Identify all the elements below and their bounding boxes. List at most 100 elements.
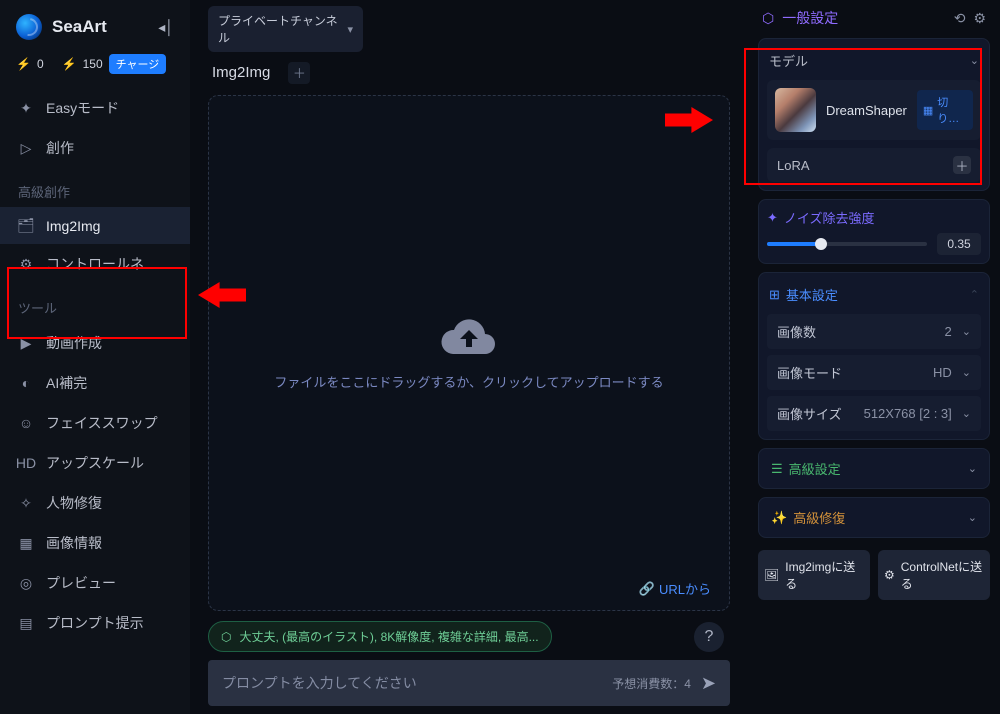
collapse-sidebar-icon[interactable]: ◂│ (158, 19, 174, 36)
cost-estimate: 予想消費数：4 (612, 675, 691, 692)
nav-easy-mode[interactable]: ✦ Easyモード (0, 88, 190, 128)
add-lora-button[interactable]: ＋ (953, 156, 971, 174)
gear-icon[interactable]: ⚙ (973, 10, 986, 27)
refresh-icon[interactable]: ⟲ (954, 10, 966, 27)
top-strip: プライベートチャンネル ▾ (198, 0, 740, 52)
image-icon: 🖼 (764, 568, 779, 582)
chevron-down-icon: ⌄ (962, 366, 971, 379)
nav-faceswap[interactable]: ☺フェイススワップ (0, 403, 190, 443)
bottom-area: ⬡ 大丈夫, (最高のイラスト), 8K解像度, 複雑な詳細, 最高... ? … (198, 621, 740, 714)
add-tab-button[interactable]: ＋ (288, 62, 310, 84)
private-channel-label: プライベートチャンネル (218, 12, 347, 46)
credits-purple-value: 0 (37, 57, 44, 71)
basic-settings-card: ⊞ 基本設定 ⌃ 画像数 2⌄ 画像モード HD ⌄ 画像サイズ 512X768 … (758, 272, 990, 440)
image-mode-value: HD (933, 365, 952, 380)
suggestion-row: ⬡ 大丈夫, (最高のイラスト), 8K解像度, 複雑な詳細, 最高... ? (208, 621, 730, 652)
nav-imginfo-label: 画像情報 (46, 533, 102, 553)
basic-label: 基本設定 (786, 285, 838, 304)
grid-icon: ⊞ (769, 287, 780, 303)
nav-easy-label: Easyモード (46, 98, 119, 118)
denoise-value: 0.35 (937, 233, 981, 255)
tune-icon: ☰ (771, 461, 783, 477)
denoise-header: ✦ ノイズ除去強度 (767, 208, 981, 227)
bolt-yellow-icon: ⚡ (62, 57, 77, 71)
private-channel-dropdown[interactable]: プライベートチャンネル ▾ (208, 6, 363, 52)
tab-img2img[interactable]: Img2Img (208, 60, 274, 85)
send-controlnet-button[interactable]: ⚙ ControlNetに送る (878, 550, 990, 600)
cube-outline-icon: ⬡ (762, 10, 774, 27)
denoise-label: ノイズ除去強度 (784, 208, 875, 227)
model-selector[interactable]: DreamShaper ▦ 切り… (767, 80, 981, 140)
sidebar: SeaArt ◂│ ⚡ 0 ⚡ 150 チャージ ✦ Easyモード ▷ 創作 … (0, 0, 190, 714)
upload-canvas[interactable]: ファイルをここにドラッグするか、クリックしてアップロードする 🔗 URLから (208, 95, 730, 611)
image-mode-row[interactable]: 画像モード HD ⌄ (767, 355, 981, 390)
advanced-label: 高級設定 (789, 459, 841, 478)
charge-button[interactable]: チャージ (109, 54, 167, 74)
prompt-placeholder: プロンプトを入力してください (222, 673, 417, 693)
play-icon: ▷ (18, 140, 34, 157)
brand-logo-icon (16, 14, 42, 40)
chevron-down-icon: ▾ (347, 23, 353, 36)
chevron-down-icon: ⌄ (962, 325, 971, 338)
brand-row: SeaArt ◂│ (0, 8, 190, 52)
nav-img2img[interactable]: 🗂 Img2Img (0, 207, 190, 244)
model-name: DreamShaper (826, 103, 907, 118)
url-upload-label: URLから (659, 579, 711, 598)
nav-video[interactable]: ▶動画作成 (0, 323, 190, 363)
image-mode-label: 画像モード (777, 363, 842, 382)
upload-instruction: ファイルをここにドラッグするか、クリックしてアップロードする (274, 372, 663, 391)
send-img2img-label: Img2imgに送る (785, 558, 864, 592)
send-img2img-button[interactable]: 🖼 Img2imgに送る (758, 550, 870, 600)
help-button[interactable]: ? (694, 622, 724, 652)
model-header[interactable]: モデル ⌄ (767, 47, 981, 74)
send-icon[interactable]: ➤ (701, 673, 716, 694)
image-size-label: 画像サイズ (777, 404, 842, 423)
model-switch-button[interactable]: ▦ 切り… (917, 90, 973, 130)
credits-yellow-value: 150 (83, 57, 103, 71)
url-upload-link[interactable]: 🔗 URLから (639, 579, 711, 598)
lora-row[interactable]: LoRA ＋ (767, 148, 981, 182)
nav-video-label: 動画作成 (46, 333, 102, 353)
suggestion-text: 大丈夫, (最高のイラスト), 8K解像度, 複雑な詳細, 最高... (239, 628, 538, 645)
hd-icon: HD (18, 455, 34, 471)
model-thumbnail (775, 88, 816, 132)
panel-title: 一般設定 (782, 8, 838, 28)
wand-icon: ✧ (18, 495, 34, 512)
image-count-row[interactable]: 画像数 2⌄ (767, 314, 981, 349)
nav-restore[interactable]: ✧人物修復 (0, 483, 190, 523)
sparkle-icon: ✦ (18, 100, 34, 117)
sliders-icon: ⚙ (18, 256, 34, 273)
image-size-row[interactable]: 画像サイズ 512X768 [2 : 3]⌄ (767, 396, 981, 431)
lora-label: LoRA (777, 158, 810, 173)
panel-header: ⬡ 一般設定 ⟲ ⚙ (758, 6, 990, 30)
magic-icon: ✦ (767, 210, 778, 226)
prompt-input[interactable]: プロンプトを入力してください 予想消費数：4 ➤ (208, 660, 730, 706)
advanced-repair-card[interactable]: ✨高級修復 ⌄ (758, 497, 990, 538)
settings-panel: ⬡ 一般設定 ⟲ ⚙ モデル ⌄ DreamShaper ▦ 切り… LoRA … (748, 0, 1000, 714)
nav-faceswap-label: フェイススワップ (46, 413, 158, 433)
nav-create[interactable]: ▷ 創作 (0, 128, 190, 168)
image-stack-icon: 🗂 (18, 217, 34, 234)
nav-aicomp-label: AI補完 (46, 373, 87, 393)
nav-controlnet-label: コントロールネ... (46, 254, 156, 274)
prompt-suggestion-pill[interactable]: ⬡ 大丈夫, (最高のイラスト), 8K解像度, 複雑な詳細, 最高... (208, 621, 552, 652)
bolt-purple-icon: ⚡ (16, 57, 31, 71)
basic-header[interactable]: ⊞ 基本設定 ⌃ (767, 281, 981, 308)
model-section-label: モデル (769, 51, 808, 70)
nav-prompt-tips[interactable]: ▤プロンプト提示 (0, 603, 190, 643)
chevron-down-icon: ⌄ (968, 511, 977, 524)
nav-controlnet[interactable]: ⚙ コントロールネ... (0, 244, 190, 284)
section-tools: ツール (0, 284, 190, 323)
advanced-settings-card[interactable]: ☰高級設定 ⌄ (758, 448, 990, 489)
image-size-value: 512X768 [2 : 3] (864, 406, 952, 421)
denoise-slider[interactable] (767, 242, 927, 246)
repair-label: 高級修復 (793, 508, 845, 527)
nav-preview[interactable]: ◎プレビュー (0, 563, 190, 603)
image-count-label: 画像数 (777, 322, 816, 341)
info-icon: ▦ (18, 535, 34, 552)
nav-upscale[interactable]: HDアップスケール (0, 443, 190, 483)
nav-aicomplete[interactable]: ◐AI補完 (0, 363, 190, 403)
nav-imginfo[interactable]: ▦ 画像情報 (0, 523, 190, 563)
nav-preview-label: プレビュー (46, 573, 116, 593)
cloud-upload-icon (441, 316, 497, 358)
